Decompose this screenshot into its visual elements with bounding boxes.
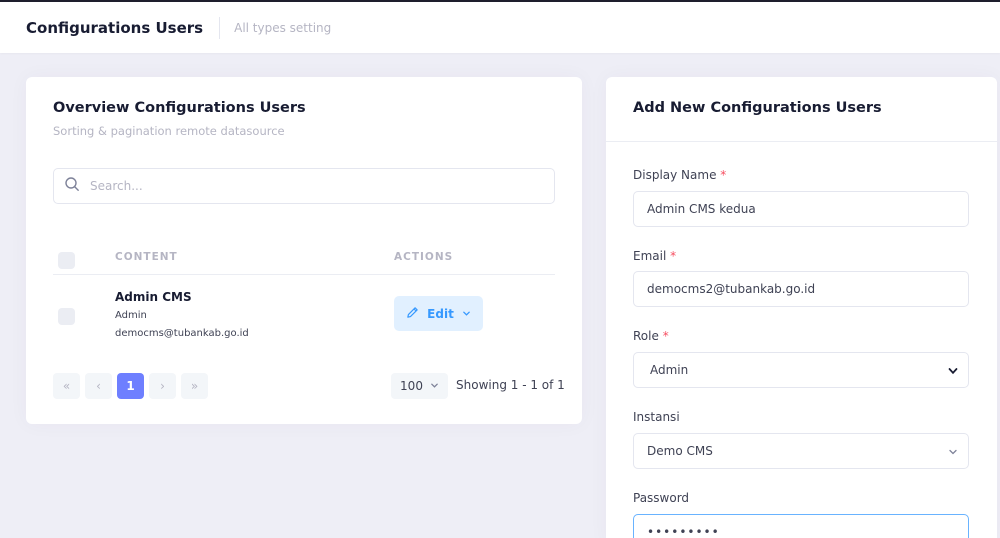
instansi-label-text: Instansi	[633, 410, 680, 424]
prev-page-button[interactable]: ‹	[85, 373, 112, 399]
page-1-button[interactable]: 1	[117, 373, 144, 399]
form-title: Add New Configurations Users	[633, 100, 882, 116]
chevron-down-icon	[454, 307, 471, 321]
required-mark: *	[662, 329, 669, 343]
email-label: Email *	[633, 249, 676, 263]
instansi-label: Instansi	[633, 410, 680, 424]
password-label: Password	[633, 491, 689, 505]
row-checkbox[interactable]	[58, 308, 75, 325]
display-name-label-text: Display Name	[633, 168, 717, 182]
required-mark: *	[720, 168, 727, 182]
first-page-button[interactable]: «	[53, 373, 80, 399]
display-name-label: Display Name *	[633, 168, 726, 182]
display-name-field[interactable]: Admin CMS kedua	[633, 191, 969, 227]
subheader: Configurations Users All types setting	[0, 2, 1000, 53]
per-page-value: 100	[400, 379, 423, 393]
page-description: All types setting	[234, 20, 332, 35]
per-page-select[interactable]: 100	[391, 373, 448, 399]
required-mark: *	[670, 249, 677, 263]
role-select[interactable]: Admin	[633, 352, 969, 388]
instansi-select[interactable]: Demo CMS	[633, 433, 969, 469]
form-header-divider	[606, 141, 997, 142]
overview-subtitle: Sorting & pagination remote datasource	[53, 124, 285, 138]
overview-title: Overview Configurations Users	[53, 100, 306, 116]
column-header-actions: ACTIONS	[394, 251, 454, 263]
search-input[interactable]	[90, 179, 530, 193]
search-icon	[64, 176, 80, 196]
email-label-text: Email	[633, 249, 667, 263]
edit-button-label: Edit	[427, 306, 454, 321]
subheader-divider	[219, 16, 221, 39]
overview-card: Overview Configurations Users Sorting & …	[26, 77, 582, 424]
table-header: CONTENT ACTIONS	[53, 247, 555, 275]
password-label-text: Password	[633, 491, 690, 505]
last-page-button[interactable]: »	[181, 373, 208, 399]
role-label: Role *	[633, 329, 669, 343]
user-role: Admin	[115, 310, 147, 321]
next-page-button[interactable]: ›	[149, 373, 176, 399]
display-name-value: Admin CMS kedua	[647, 202, 756, 216]
pagination: « ‹ 1 › »	[53, 373, 213, 399]
pagination-info: Showing 1 - 1 of 1	[456, 378, 565, 392]
pencil-icon	[406, 306, 427, 322]
password-field[interactable]: •••••••••	[633, 514, 969, 538]
role-value: Admin	[650, 363, 689, 377]
search-box[interactable]	[53, 168, 555, 204]
role-label-text: Role	[633, 329, 659, 343]
page-title: Configurations Users	[26, 18, 204, 37]
user-name: Admin CMS	[115, 290, 192, 304]
column-header-content[interactable]: CONTENT	[115, 251, 178, 263]
add-user-card: Add New Configurations Users Display Nam…	[606, 77, 997, 538]
select-all-checkbox[interactable]	[58, 252, 75, 269]
password-value: •••••••••	[647, 525, 720, 538]
instansi-value: Demo CMS	[647, 444, 713, 458]
email-field[interactable]: democms2@tubankab.go.id	[633, 271, 969, 307]
email-value: democms2@tubankab.go.id	[647, 282, 816, 296]
table-row: Admin CMS Admin democms@tubankab.go.id E…	[53, 286, 555, 346]
edit-button[interactable]: Edit	[394, 296, 483, 331]
user-email: democms@tubankab.go.id	[115, 328, 249, 339]
chevron-down-icon	[423, 379, 439, 393]
